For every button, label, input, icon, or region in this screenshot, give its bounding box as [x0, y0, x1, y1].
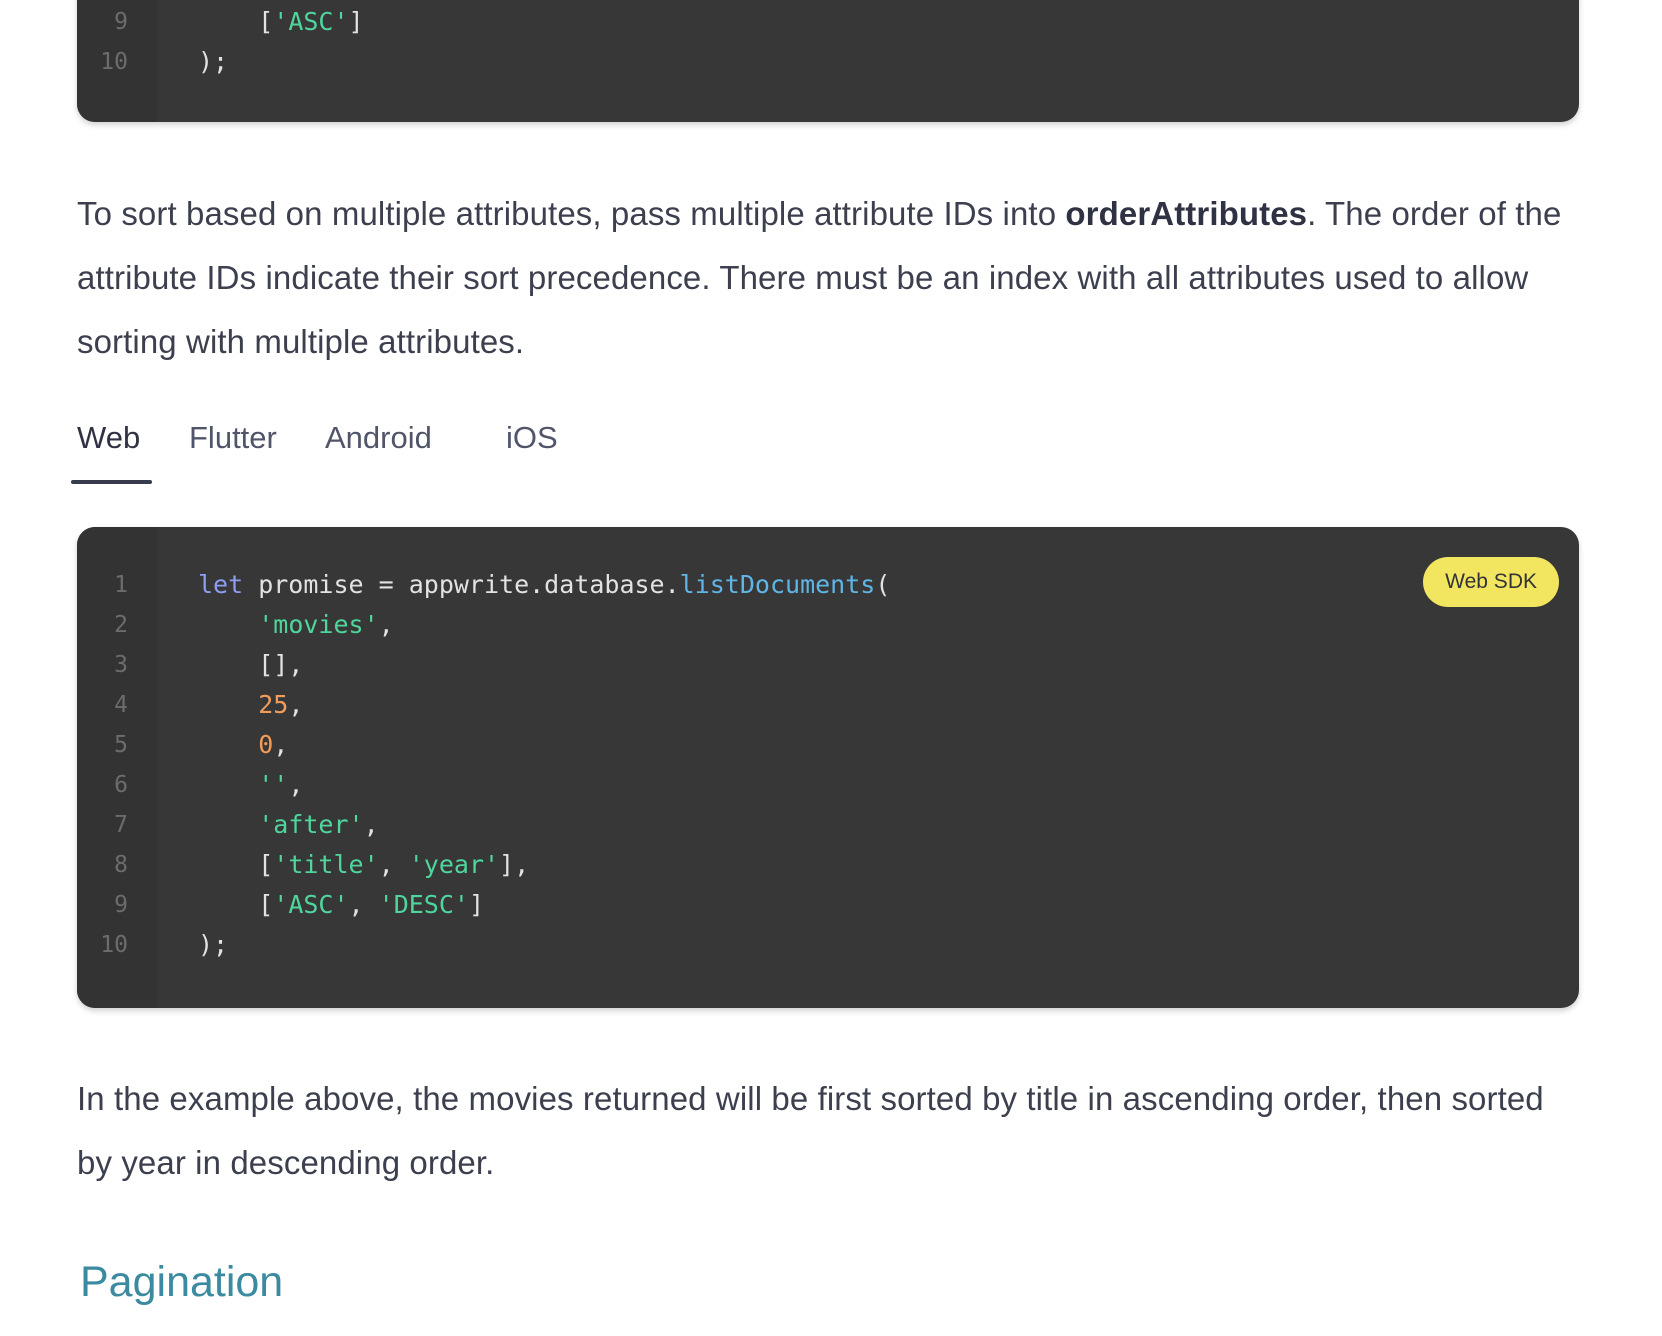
- code-token: [: [198, 890, 274, 919]
- tab-android[interactable]: Android: [325, 420, 432, 456]
- code-text: ['ASC', 'DESC']: [198, 885, 484, 925]
- line-number: 6: [114, 772, 128, 798]
- section-heading-pagination[interactable]: Pagination: [80, 1258, 283, 1307]
- code-token: 'movies': [258, 610, 379, 639]
- line-number: 1: [114, 572, 128, 598]
- code-token: ,: [378, 850, 409, 879]
- code-token: '': [258, 770, 289, 799]
- code-text: ['title', 'year'],: [198, 845, 529, 885]
- code-token: ,: [288, 690, 304, 719]
- code-token: 'DESC': [378, 890, 469, 919]
- line-number: 5: [114, 732, 128, 758]
- code-token: ]: [468, 890, 485, 919]
- code-text: let promise = appwrite.database.listDocu…: [198, 565, 890, 605]
- paragraph-sort-multiple: To sort based on multiple attributes, pa…: [77, 182, 1577, 374]
- code-token: [],: [198, 650, 304, 679]
- code-text: );: [198, 925, 228, 965]
- paragraph-text: To sort based on multiple attributes, pa…: [77, 195, 1066, 232]
- code-token: ],: [499, 850, 530, 879]
- code-token: ]: [348, 7, 364, 36]
- code-token: 'ASC': [273, 890, 349, 919]
- line-number: 2: [114, 612, 128, 638]
- code-text: '',: [198, 765, 303, 805]
- active-tab-indicator: [71, 480, 152, 484]
- code-token: let: [198, 570, 244, 599]
- line-number: 4: [114, 692, 128, 718]
- line-number: 10: [100, 932, 128, 958]
- code-token: ,: [363, 810, 379, 839]
- code-token: ,: [348, 890, 379, 919]
- tab-ios[interactable]: iOS: [506, 420, 558, 456]
- code-text: 'after',: [198, 805, 379, 845]
- code-token: );: [198, 47, 229, 76]
- code-text: ['ASC']: [198, 2, 364, 42]
- code-token: [: [198, 850, 274, 879]
- code-token: promise = appwrite.database.: [243, 570, 680, 599]
- inline-code-orderattributes: orderAttributes: [1065, 195, 1308, 232]
- code-text: 'movies',: [198, 605, 394, 645]
- paragraph-sort-explanation: In the example above, the movies returne…: [77, 1080, 1544, 1181]
- code-block-previous: 9 ['ASC'] 10);: [77, 0, 1579, 122]
- line-number: 10: [100, 49, 128, 75]
- line-number: 8: [114, 852, 128, 878]
- code-token: listDocuments: [679, 570, 876, 599]
- sdk-badge: Web SDK: [1423, 557, 1559, 607]
- code-text: 0,: [198, 725, 288, 765]
- code-token: 'year': [408, 850, 500, 879]
- tab-flutter[interactable]: Flutter: [189, 420, 277, 456]
- code-text: 25,: [198, 685, 303, 725]
- code-token: (: [875, 570, 891, 599]
- tab-web[interactable]: Web: [77, 420, 140, 456]
- code-text: [],: [198, 645, 303, 685]
- code-token: 25: [258, 690, 289, 719]
- code-token: ,: [288, 770, 304, 799]
- code-token: 0: [258, 730, 274, 759]
- line-number: 9: [114, 892, 128, 918]
- code-token: ,: [378, 610, 394, 639]
- code-text: );: [198, 42, 228, 82]
- code-token: [: [198, 7, 274, 36]
- code-block-web-sdk: 1 let promise = appwrite.database.listDoc…: [77, 527, 1579, 1008]
- code-token: 'ASC': [273, 7, 349, 36]
- line-number: 9: [114, 9, 128, 35]
- code-token: );: [198, 930, 229, 959]
- line-number: 3: [114, 652, 128, 678]
- line-number: 7: [114, 812, 128, 838]
- code-token: 'title': [273, 850, 379, 879]
- code-token: ,: [273, 730, 289, 759]
- code-token: 'after': [258, 810, 364, 839]
